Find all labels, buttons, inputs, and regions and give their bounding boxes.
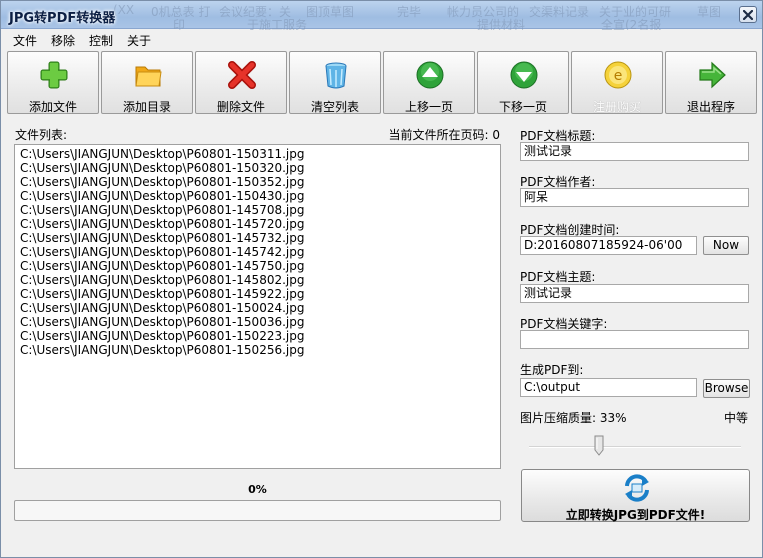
quality-slider-thumb[interactable] <box>594 435 604 456</box>
file-list-item[interactable]: C:\Users\JIANGJUN\Desktop\P60801-150430.… <box>20 189 495 203</box>
background-ghost-text: 完毕 <box>397 5 422 19</box>
quality-level-label: 中等 <box>724 411 749 425</box>
background-ghost-text: 草图 <box>697 5 722 19</box>
add-file-label: 添加文件 <box>28 100 77 114</box>
progress-bar <box>14 500 501 521</box>
move-down-button[interactable]: 下移一页 <box>477 51 569 114</box>
file-list-item[interactable]: C:\Users\JIANGJUN\Desktop\P60801-145922.… <box>20 287 495 301</box>
window-title: JPG转PDF转换器 <box>9 11 116 26</box>
file-list-item[interactable]: C:\Users\JIANGJUN\Desktop\P60801-145802.… <box>20 273 495 287</box>
convert-button-label: 立即转换JPG到PDF文件! <box>565 508 706 522</box>
delete-file-button[interactable]: 删除文件 <box>195 51 287 114</box>
coin-icon: e <box>604 61 632 89</box>
output-path-label: 生成PDF到: <box>520 363 584 377</box>
file-list[interactable]: C:\Users\JIANGJUN\Desktop\P60801-150311.… <box>14 144 501 469</box>
add-file-icon <box>40 61 68 89</box>
add-folder-button[interactable]: 添加目录 <box>101 51 193 114</box>
svg-text:e: e <box>614 68 623 84</box>
file-list-item[interactable]: C:\Users\JIANGJUN\Desktop\P60801-145750.… <box>20 259 495 273</box>
browse-button[interactable]: Browse <box>703 379 750 398</box>
register-buy-button[interactable]: e 注册购买 <box>571 51 663 114</box>
delete-icon <box>228 61 256 89</box>
file-list-item[interactable]: C:\Users\JIANGJUN\Desktop\P60801-145708.… <box>20 203 495 217</box>
quality-slider-track[interactable] <box>529 446 741 448</box>
pdf-author-field[interactable]: 阿呆 <box>520 188 749 207</box>
exit-button[interactable]: 退出程序 <box>665 51 757 114</box>
up-arrow-icon <box>416 61 444 89</box>
move-down-label: 下移一页 <box>498 100 547 114</box>
menu-file[interactable]: 文件 <box>13 32 37 49</box>
quality-label: 图片压缩质量: 33% <box>520 411 627 425</box>
progress-percent: 0% <box>248 483 267 496</box>
file-list-label: 文件列表: <box>15 128 68 142</box>
down-arrow-icon <box>510 61 538 89</box>
now-button[interactable]: Now <box>703 236 749 255</box>
convert-button[interactable]: 立即转换JPG到PDF文件! <box>521 469 750 522</box>
file-list-item[interactable]: C:\Users\JIANGJUN\Desktop\P60801-150311.… <box>20 147 495 161</box>
menu-bar: 文件 移除 控制 关于 <box>1 30 762 50</box>
move-up-label: 上移一页 <box>404 100 453 114</box>
file-list-item[interactable]: C:\Users\JIANGJUN\Desktop\P60801-145742.… <box>20 245 495 259</box>
add-folder-label: 添加目录 <box>122 100 171 114</box>
menu-remove[interactable]: 移除 <box>51 32 75 49</box>
file-list-item[interactable]: C:\Users\JIANGJUN\Desktop\P60801-150320.… <box>20 161 495 175</box>
file-list-item[interactable]: C:\Users\JIANGJUN\Desktop\P60801-150352.… <box>20 175 495 189</box>
pdf-subject-label: PDF文档主题: <box>520 270 596 284</box>
add-file-button[interactable]: 添加文件 <box>7 51 99 114</box>
close-icon <box>743 9 753 20</box>
register-buy-label: 注册购买 <box>592 100 641 114</box>
close-button[interactable] <box>739 6 757 23</box>
background-ghost-text: (XX <box>113 3 135 17</box>
pdf-created-field[interactable]: D:20160807185924-06'00 <box>520 236 697 255</box>
title-bar[interactable]: (XX 0机总表 打 会议纪要：关 图顶草图 完毕 帐力员公司的 交渠料记录 关… <box>1 1 762 32</box>
toolbar: 添加文件 添加目录 删除文件 清空列表 上移一页 下移一页 e 注册购买 退出程… <box>7 51 759 115</box>
file-list-item[interactable]: C:\Users\JIANGJUN\Desktop\P60801-150256.… <box>20 343 495 357</box>
file-list-item[interactable]: C:\Users\JIANGJUN\Desktop\P60801-150024.… <box>20 301 495 315</box>
pdf-subject-field[interactable]: 测试记录 <box>520 284 749 303</box>
output-path-field[interactable]: C:\output <box>520 378 697 397</box>
background-ghost-text: 图顶草图 <box>306 5 355 19</box>
menu-control[interactable]: 控制 <box>89 32 113 49</box>
exit-arrow-icon <box>699 61 726 89</box>
file-list-item[interactable]: C:\Users\JIANGJUN\Desktop\P60801-150223.… <box>20 329 495 343</box>
clear-list-button[interactable]: 清空列表 <box>289 51 381 114</box>
folder-icon <box>135 66 162 87</box>
background-ghost-text: 交渠料记录 <box>529 5 590 19</box>
current-page-label: 当前文件所在页码: 0 <box>388 128 501 142</box>
menu-about[interactable]: 关于 <box>127 32 151 49</box>
app-window: (XX 0机总表 打 会议纪要：关 图顶草图 完毕 帐力员公司的 交渠料记录 关… <box>0 0 763 558</box>
clear-list-label: 清空列表 <box>310 100 359 114</box>
file-list-item[interactable]: C:\Users\JIANGJUN\Desktop\P60801-145732.… <box>20 231 495 245</box>
exit-label: 退出程序 <box>686 100 735 114</box>
file-list-item[interactable]: C:\Users\JIANGJUN\Desktop\P60801-150036.… <box>20 315 495 329</box>
trash-can-icon <box>325 62 347 89</box>
file-list-item[interactable]: C:\Users\JIANGJUN\Desktop\P60801-145720.… <box>20 217 495 231</box>
move-up-button[interactable]: 上移一页 <box>383 51 475 114</box>
pdf-title-field[interactable]: 测试记录 <box>520 142 749 161</box>
pdf-keywords-field[interactable] <box>520 330 749 349</box>
delete-file-label: 删除文件 <box>216 100 265 114</box>
convert-refresh-icon <box>625 474 649 502</box>
